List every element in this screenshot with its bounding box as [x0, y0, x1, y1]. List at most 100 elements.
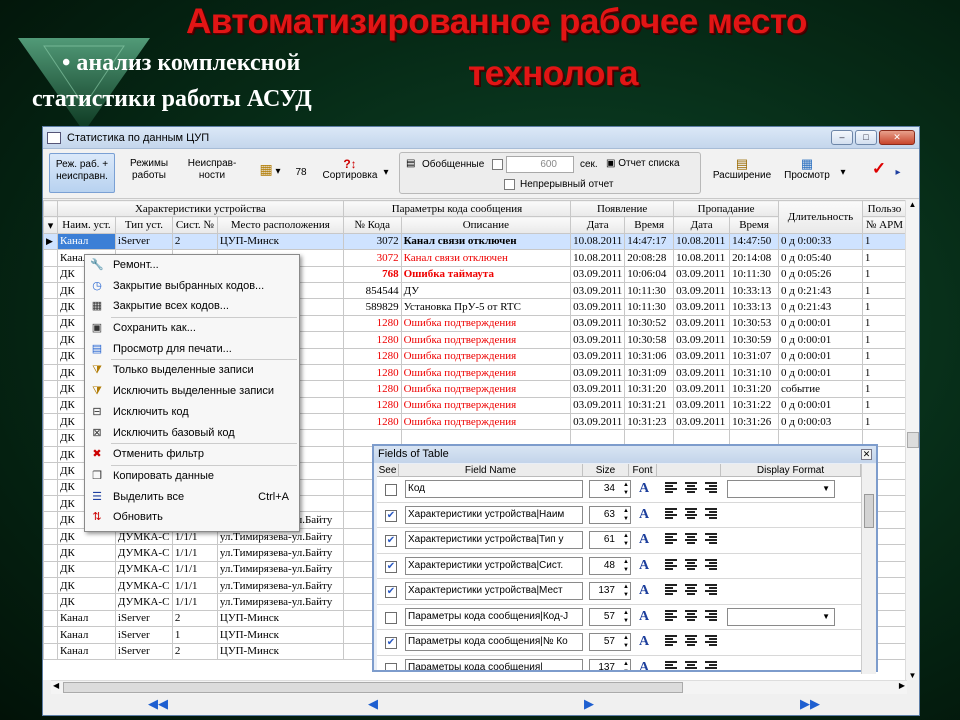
table-cell[interactable]: 03.09.2011: [570, 347, 626, 365]
table-cell[interactable]: 03.09.2011: [570, 314, 626, 333]
table-cell[interactable]: 1280: [342, 331, 402, 349]
font-icon[interactable]: A: [639, 532, 649, 548]
context-menu-item[interactable]: ▤ Просмотр для печати...: [85, 339, 299, 360]
table-cell[interactable]: ДК: [56, 576, 116, 595]
context-menu-item[interactable]: ❐ Копировать данные: [85, 466, 299, 487]
dialog-scroll-thumb[interactable]: [864, 494, 874, 528]
horizontal-thumb[interactable]: [63, 682, 683, 693]
align-left-icon[interactable]: [665, 635, 677, 647]
preview-dropdown-arrow[interactable]: ▾: [837, 153, 849, 193]
table-cell[interactable]: 10.08.2011: [570, 249, 626, 267]
dialog-title[interactable]: Fields of Table: [374, 446, 876, 463]
table-cell[interactable]: 1280: [342, 363, 402, 382]
table-cell[interactable]: Ошибка подтверждения: [400, 396, 572, 415]
field-name-input[interactable]: Характеристики устройства|Наим: [405, 505, 583, 524]
row-indicator[interactable]: [43, 478, 58, 497]
field-row[interactable]: Код 34 A: [377, 477, 861, 503]
window-titlebar[interactable]: Статистика по данным ЦУП – □ ✕: [43, 127, 919, 149]
nav-last-arrow[interactable]: ▶▶: [800, 696, 820, 712]
table-cell[interactable]: 1: [861, 265, 907, 283]
context-menu-item[interactable]: ⧩ Исключить выделенные записи: [85, 381, 299, 402]
fields-column-header[interactable]: Field Name: [399, 464, 583, 476]
table-cell[interactable]: ул.Тимирязева-ул.Байту: [216, 593, 344, 611]
row-indicator[interactable]: [43, 363, 58, 382]
table-cell[interactable]: 0 д 0:21:43: [778, 298, 863, 316]
row-indicator-header[interactable]: [43, 200, 58, 218]
font-icon[interactable]: A: [639, 507, 649, 523]
sort-button[interactable]: ?↕ Сортировка: [315, 153, 385, 193]
context-menu-item[interactable]: ✖ Отменить фильтр: [85, 444, 299, 465]
row-indicator[interactable]: [43, 511, 58, 529]
table-cell[interactable]: 1280: [342, 347, 402, 365]
table-cell[interactable]: ДУМКА-С: [114, 576, 173, 595]
align-right-icon[interactable]: [705, 660, 717, 670]
row-indicator[interactable]: [43, 626, 58, 644]
table-cell[interactable]: Ошибка подтверждения: [400, 380, 572, 398]
row-indicator[interactable]: [43, 445, 58, 464]
field-row[interactable]: ✔ Характеристики устройства|Тип у 61 A: [377, 528, 861, 554]
modes-button[interactable]: Режимы работы: [119, 153, 179, 193]
table-cell[interactable]: 03.09.2011: [673, 413, 731, 431]
table-cell[interactable]: 03.09.2011: [570, 281, 626, 300]
row-indicator[interactable]: [43, 642, 58, 660]
align-left-icon[interactable]: [665, 558, 677, 571]
table-cell[interactable]: Ошибка подтверждения: [400, 347, 572, 365]
align-center-icon[interactable]: [685, 558, 697, 571]
field-size-stepper[interactable]: 63: [589, 505, 631, 524]
table-cell[interactable]: 1: [861, 396, 907, 415]
table-cell[interactable]: 0 д 0:05:26: [778, 265, 863, 283]
table-cell[interactable]: 1: [861, 413, 907, 431]
table-cell[interactable]: 1280: [342, 380, 402, 398]
fields-column-header[interactable]: See: [377, 464, 399, 476]
scroll-left-arrow[interactable]: ◀: [53, 681, 59, 690]
table-cell[interactable]: 10:33:13: [729, 281, 780, 300]
table-cell[interactable]: ДУ: [400, 281, 572, 300]
table-cell[interactable]: iServer: [114, 626, 173, 644]
font-icon[interactable]: A: [639, 481, 649, 497]
table-cell[interactable]: 14:47:50: [729, 232, 780, 251]
table-cell[interactable]: 1: [861, 298, 907, 316]
table-cell[interactable]: 1: [861, 331, 907, 349]
fields-column-header[interactable]: Size: [583, 464, 629, 476]
table-cell[interactable]: 1: [861, 347, 907, 365]
table-cell[interactable]: ДК: [56, 544, 116, 562]
field-name-input[interactable]: Характеристики устройства|Мест: [405, 582, 583, 600]
field-name-input[interactable]: Характеристики устройства|Тип у: [405, 531, 583, 549]
column-header[interactable]: Наим. уст.: [56, 216, 116, 234]
table-cell[interactable]: 1: [861, 314, 907, 333]
nav-prev-arrow[interactable]: ◀: [368, 696, 378, 712]
align-center-icon[interactable]: [685, 507, 697, 520]
context-menu-item[interactable]: ⇅ Обновить: [85, 507, 299, 528]
table-cell[interactable]: 0 д 0:00:01: [778, 363, 863, 382]
row-indicator[interactable]: [43, 413, 58, 431]
field-visible-checkbox[interactable]: ✔: [385, 509, 397, 522]
row-indicator[interactable]: [43, 527, 58, 546]
table-cell[interactable]: 10:11:30: [729, 265, 780, 283]
table-cell[interactable]: 10:31:26: [729, 413, 780, 431]
toolbar-more-arrow[interactable]: ▸: [893, 153, 903, 193]
fields-column-header[interactable]: Font: [629, 464, 657, 476]
table-cell[interactable]: 10:31:21: [624, 396, 675, 415]
table-cell[interactable]: 10:30:52: [624, 314, 675, 333]
table-cell[interactable]: 10:31:23: [624, 413, 675, 431]
table-cell[interactable]: 10:11:30: [624, 281, 675, 300]
field-visible-checkbox[interactable]: [385, 611, 397, 624]
align-center-icon[interactable]: [685, 635, 697, 647]
field-size-stepper[interactable]: 34: [589, 480, 631, 498]
table-cell[interactable]: 1/1/1: [171, 593, 218, 611]
row-indicator[interactable]: [43, 314, 58, 333]
row-indicator[interactable]: [43, 249, 58, 267]
font-icon[interactable]: A: [639, 583, 649, 599]
context-menu-item[interactable]: ◷ Закрытие выбранных кодов...: [85, 276, 299, 297]
table-cell[interactable]: 3072: [342, 232, 402, 251]
column-header[interactable]: Место расположения: [216, 216, 344, 234]
table-cell[interactable]: 1/1/1: [171, 576, 218, 595]
table-cell[interactable]: 1/1/1: [171, 560, 218, 578]
row-indicator[interactable]: [43, 265, 58, 283]
field-size-stepper[interactable]: 137: [589, 658, 631, 670]
table-cell[interactable]: 1: [861, 232, 907, 251]
field-row[interactable]: Параметры кода сообщения| 137 A: [377, 656, 861, 670]
context-menu-item[interactable]: 🔧 Ремонт...: [85, 255, 299, 276]
table-cell[interactable]: 03.09.2011: [673, 281, 731, 300]
table-cell[interactable]: 10.08.2011: [570, 232, 626, 251]
